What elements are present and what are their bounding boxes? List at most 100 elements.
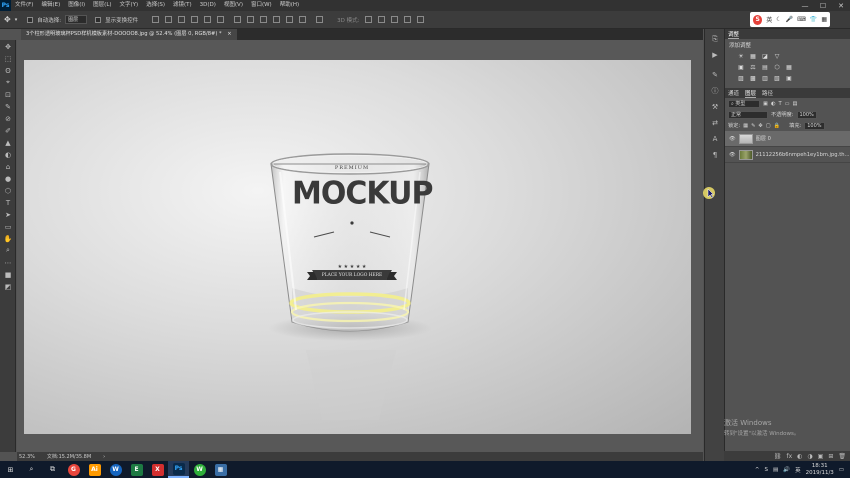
slide-3d-icon[interactable]: [404, 16, 412, 23]
gradient-map-icon[interactable]: ▽: [773, 53, 781, 60]
filter-shape-icon[interactable]: ▭: [785, 101, 790, 107]
photo-filter-icon[interactable]: ⬡: [773, 64, 781, 71]
channel-mixer-icon[interactable]: ▦: [785, 64, 793, 71]
more-tools-icon[interactable]: ⋯: [1, 257, 15, 268]
clone-stamp-tool-icon[interactable]: ▲: [1, 137, 15, 148]
paragraph-icon[interactable]: ¶: [707, 149, 723, 161]
add-mask-icon[interactable]: ◐: [797, 453, 802, 460]
black-white-icon[interactable]: ▤: [761, 64, 769, 71]
rectangle-tool-icon[interactable]: ▭: [1, 221, 15, 232]
fill-input[interactable]: 100%: [804, 121, 825, 130]
menu-edit[interactable]: 编辑(E): [37, 0, 64, 11]
layer-filter-dropdown[interactable]: ⌕ 类型: [728, 99, 760, 108]
lock-pixels-icon[interactable]: ▦: [743, 123, 748, 129]
threshold-icon[interactable]: ▥: [761, 75, 769, 82]
ime-toolbar[interactable]: S 英 ☾ 🎤 ⌨ 👕 ▦: [750, 12, 830, 27]
ime-language[interactable]: 英: [766, 15, 772, 24]
distribute-right-icon[interactable]: [299, 16, 307, 23]
ime-shirt-icon[interactable]: 👕: [810, 16, 817, 23]
align-center-icon[interactable]: [204, 16, 212, 23]
new-group-icon[interactable]: ▣: [818, 453, 824, 460]
chevron-down-icon[interactable]: ▾: [15, 17, 18, 23]
auto-select-checkbox[interactable]: [27, 16, 34, 23]
gradient-fill-icon[interactable]: ▣: [785, 75, 793, 82]
distribute-center-icon[interactable]: [286, 16, 294, 23]
marquee-tool-icon[interactable]: ⬚: [1, 53, 15, 64]
sogou-logo-icon[interactable]: S: [753, 14, 763, 25]
menu-layer[interactable]: 图层(L): [89, 0, 115, 11]
auto-align-icon[interactable]: [316, 16, 324, 23]
taskbar-app-illustrator[interactable]: Ai: [84, 461, 105, 478]
quick-mask-icon[interactable]: ◩: [1, 281, 15, 292]
zoom-level[interactable]: 52.3%: [19, 454, 35, 460]
pan-3d-icon[interactable]: [391, 16, 399, 23]
volume-icon[interactable]: 🔊: [783, 467, 790, 473]
info-icon[interactable]: ⓘ: [707, 85, 723, 97]
lock-move-icon[interactable]: ✥: [758, 123, 762, 129]
document-canvas[interactable]: ★ ★ ★ ★ ★ PREMIUM MOCKUP PLACE YOUR LOGO…: [24, 60, 691, 434]
gradient-tool-icon[interactable]: ●: [1, 173, 15, 184]
status-arrow-icon[interactable]: ›: [103, 454, 105, 460]
tray-language[interactable]: 英: [795, 466, 801, 474]
path-select-tool-icon[interactable]: ➤: [1, 209, 15, 220]
taskbar-app-chrome[interactable]: G: [63, 461, 84, 478]
menu-view[interactable]: 视图(V): [220, 0, 247, 11]
auto-select-dropdown[interactable]: 图层: [65, 15, 88, 24]
brush-settings-icon[interactable]: ✎: [707, 69, 723, 81]
close-button[interactable]: ✕: [832, 0, 850, 11]
layer-row-layer0[interactable]: 👁 图层 0: [725, 131, 850, 147]
tab-close-icon[interactable]: ×: [227, 31, 231, 37]
taskbar-app-photos[interactable]: ▦: [210, 461, 231, 478]
distribute-left-icon[interactable]: [273, 16, 281, 23]
roll-3d-icon[interactable]: [378, 16, 386, 23]
notification-icon[interactable]: ▭: [839, 467, 844, 473]
distribute-top-icon[interactable]: [234, 16, 242, 23]
eraser-tool-icon[interactable]: ⌂: [1, 161, 15, 172]
layer-style-icon[interactable]: fx: [787, 453, 793, 460]
selective-color-icon[interactable]: ▧: [773, 75, 781, 82]
color-swatches-icon[interactable]: ■: [1, 269, 15, 280]
menu-window[interactable]: 窗口(W): [247, 0, 276, 11]
document-tab[interactable]: 3个柱形透明玻璃杯PSD样机模板素材-DOOOO8.jpg @ 52.4% (图…: [21, 29, 237, 40]
lock-all-icon[interactable]: 🔒: [774, 123, 780, 129]
menu-select[interactable]: 选择(S): [142, 0, 169, 11]
menu-image[interactable]: 图像(I): [64, 0, 89, 11]
tab-paths[interactable]: 路径: [762, 89, 773, 97]
new-layer-icon[interactable]: ⊞: [828, 453, 833, 460]
distribute-bottom-icon[interactable]: [260, 16, 268, 23]
align-right-icon[interactable]: [217, 16, 225, 23]
taskbar-app-xmind[interactable]: X: [147, 461, 168, 478]
posterize-icon[interactable]: ▩: [749, 75, 757, 82]
delete-layer-icon[interactable]: 🗑: [838, 453, 846, 460]
filter-pixel-icon[interactable]: ▣: [763, 101, 768, 107]
vibrance-icon[interactable]: ▣: [737, 64, 745, 71]
ime-keyboard-icon[interactable]: ⌨: [797, 16, 806, 23]
curves-icon[interactable]: ◪: [761, 53, 769, 60]
layer-name[interactable]: 图层 0: [756, 135, 771, 142]
color-balance-icon[interactable]: ⚖: [749, 64, 757, 71]
move-tool-icon[interactable]: ✥: [1, 41, 15, 52]
tab-layers[interactable]: 图层: [745, 89, 757, 98]
menu-type[interactable]: 文字(Y): [116, 0, 143, 11]
move-tool-icon[interactable]: ✥: [4, 15, 11, 24]
history-brush-tool-icon[interactable]: ◐: [1, 149, 15, 160]
visibility-eye-icon[interactable]: 👁: [729, 152, 736, 158]
menu-3d[interactable]: 3D(D): [196, 0, 220, 11]
maximize-button[interactable]: ☐: [814, 0, 832, 11]
quick-select-tool-icon[interactable]: ⌖: [1, 77, 15, 88]
distribute-middle-icon[interactable]: [247, 16, 255, 23]
tray-up-arrow-icon[interactable]: ^: [755, 467, 760, 473]
visibility-eye-icon[interactable]: 👁: [729, 136, 736, 142]
layer-row-background-image[interactable]: 👁 21112256b6nmpeh1ey1bm.jpg.th...: [725, 147, 850, 163]
lasso-tool-icon[interactable]: ʘ: [1, 65, 15, 76]
align-top-icon[interactable]: [152, 16, 160, 23]
healing-brush-tool-icon[interactable]: ⊘: [1, 113, 15, 124]
layer-name[interactable]: 21112256b6nmpeh1ey1bm.jpg.th...: [756, 152, 850, 158]
network-icon[interactable]: ▤: [773, 467, 778, 473]
photoshop-logo[interactable]: Ps: [0, 0, 11, 11]
menu-filter[interactable]: 滤镜(T): [169, 0, 196, 11]
tab-channels[interactable]: 通道: [728, 89, 739, 97]
taskbar-app-word[interactable]: W: [105, 461, 126, 478]
start-button[interactable]: ⊞: [0, 461, 21, 478]
brush-tool-icon[interactable]: ✐: [1, 125, 15, 136]
